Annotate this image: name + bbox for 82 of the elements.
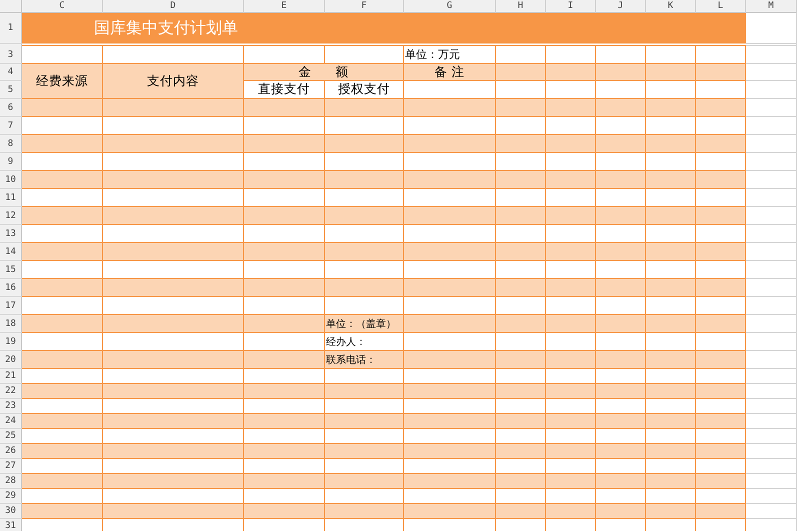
select-all-corner[interactable]	[0, 0, 22, 13]
row-header[interactable]: 13	[0, 225, 22, 243]
table-cell	[746, 384, 797, 399]
table-cell	[746, 444, 797, 459]
table-cell: 备 注	[404, 64, 496, 81]
table-cell: 单位：万元	[404, 46, 496, 64]
sheet-title: 国库集中支付计划单	[22, 13, 746, 44]
row-header[interactable]: 19	[0, 333, 22, 351]
row-header[interactable]: 4	[0, 64, 22, 81]
column-header[interactable]: G	[404, 0, 496, 13]
row-header[interactable]: 17	[0, 297, 22, 315]
table-cell: 支付内容	[103, 64, 244, 99]
table-cell	[746, 315, 797, 333]
table-cell	[746, 489, 797, 504]
column-header[interactable]: C	[22, 0, 103, 13]
table-cell: 经办人：	[325, 333, 404, 351]
table-cell: 经费来源	[22, 64, 103, 99]
table-cell	[746, 135, 797, 153]
row-header[interactable]: 22	[0, 384, 22, 399]
column-header[interactable]: F	[325, 0, 404, 13]
row-header[interactable]: 18	[0, 315, 22, 333]
row-header[interactable]: 14	[0, 243, 22, 261]
table-cell	[746, 243, 797, 261]
row-header[interactable]: 10	[0, 171, 22, 189]
row-header[interactable]: 25	[0, 429, 22, 444]
table-cell	[746, 399, 797, 414]
table-cell	[746, 225, 797, 243]
column-header[interactable]: I	[546, 0, 596, 13]
table-cell	[746, 279, 797, 297]
column-header[interactable]: J	[596, 0, 646, 13]
column-header[interactable]: D	[103, 0, 244, 13]
table-cell	[746, 81, 797, 99]
row-header[interactable]: 6	[0, 99, 22, 117]
table-cell: 联系电话：	[325, 351, 404, 369]
row-header[interactable]: 11	[0, 189, 22, 207]
row-header[interactable]: 1	[0, 13, 22, 44]
table-cell	[746, 459, 797, 474]
table-cell	[746, 333, 797, 351]
row-header[interactable]: 31	[0, 519, 22, 531]
table-cell	[746, 171, 797, 189]
row-header[interactable]: 29	[0, 489, 22, 504]
row-header[interactable]: 3	[0, 46, 22, 64]
table-cell	[746, 99, 797, 117]
table-cell	[746, 474, 797, 489]
table-cell	[746, 13, 797, 44]
row-header[interactable]: 26	[0, 444, 22, 459]
row-header[interactable]: 15	[0, 261, 22, 279]
row-header[interactable]: 20	[0, 351, 22, 369]
table-cell	[746, 153, 797, 171]
table-cell	[746, 414, 797, 429]
row-header[interactable]: 12	[0, 207, 22, 225]
row-header[interactable]: 9	[0, 153, 22, 171]
table-cell	[746, 369, 797, 384]
row-header[interactable]: 7	[0, 117, 22, 135]
table-cell	[746, 351, 797, 369]
table-cell	[746, 504, 797, 519]
row-header[interactable]: 30	[0, 504, 22, 519]
table-cell	[746, 117, 797, 135]
row-header[interactable]: 8	[0, 135, 22, 153]
table-cell	[746, 64, 797, 81]
table-cell: 直接支付	[244, 81, 325, 99]
row-header[interactable]: 5	[0, 81, 22, 99]
table-cell	[746, 189, 797, 207]
table-cell	[746, 207, 797, 225]
row-header[interactable]: 28	[0, 474, 22, 489]
table-cell: 金 额	[244, 64, 404, 81]
table-cell: 单位：（盖章）	[325, 315, 404, 333]
table-cell	[746, 297, 797, 315]
row-header[interactable]: 27	[0, 459, 22, 474]
column-header[interactable]: E	[244, 0, 325, 13]
table-cell	[746, 46, 797, 64]
row-header[interactable]: 16	[0, 279, 22, 297]
table-cell	[746, 429, 797, 444]
column-header[interactable]: M	[746, 0, 797, 13]
column-header[interactable]: H	[496, 0, 546, 13]
row-header[interactable]: 23	[0, 399, 22, 414]
table-cell	[746, 261, 797, 279]
column-header[interactable]: L	[696, 0, 746, 13]
column-header[interactable]: K	[646, 0, 696, 13]
row-header[interactable]: 24	[0, 414, 22, 429]
row-header[interactable]: 21	[0, 369, 22, 384]
table-cell: 授权支付	[325, 81, 404, 99]
